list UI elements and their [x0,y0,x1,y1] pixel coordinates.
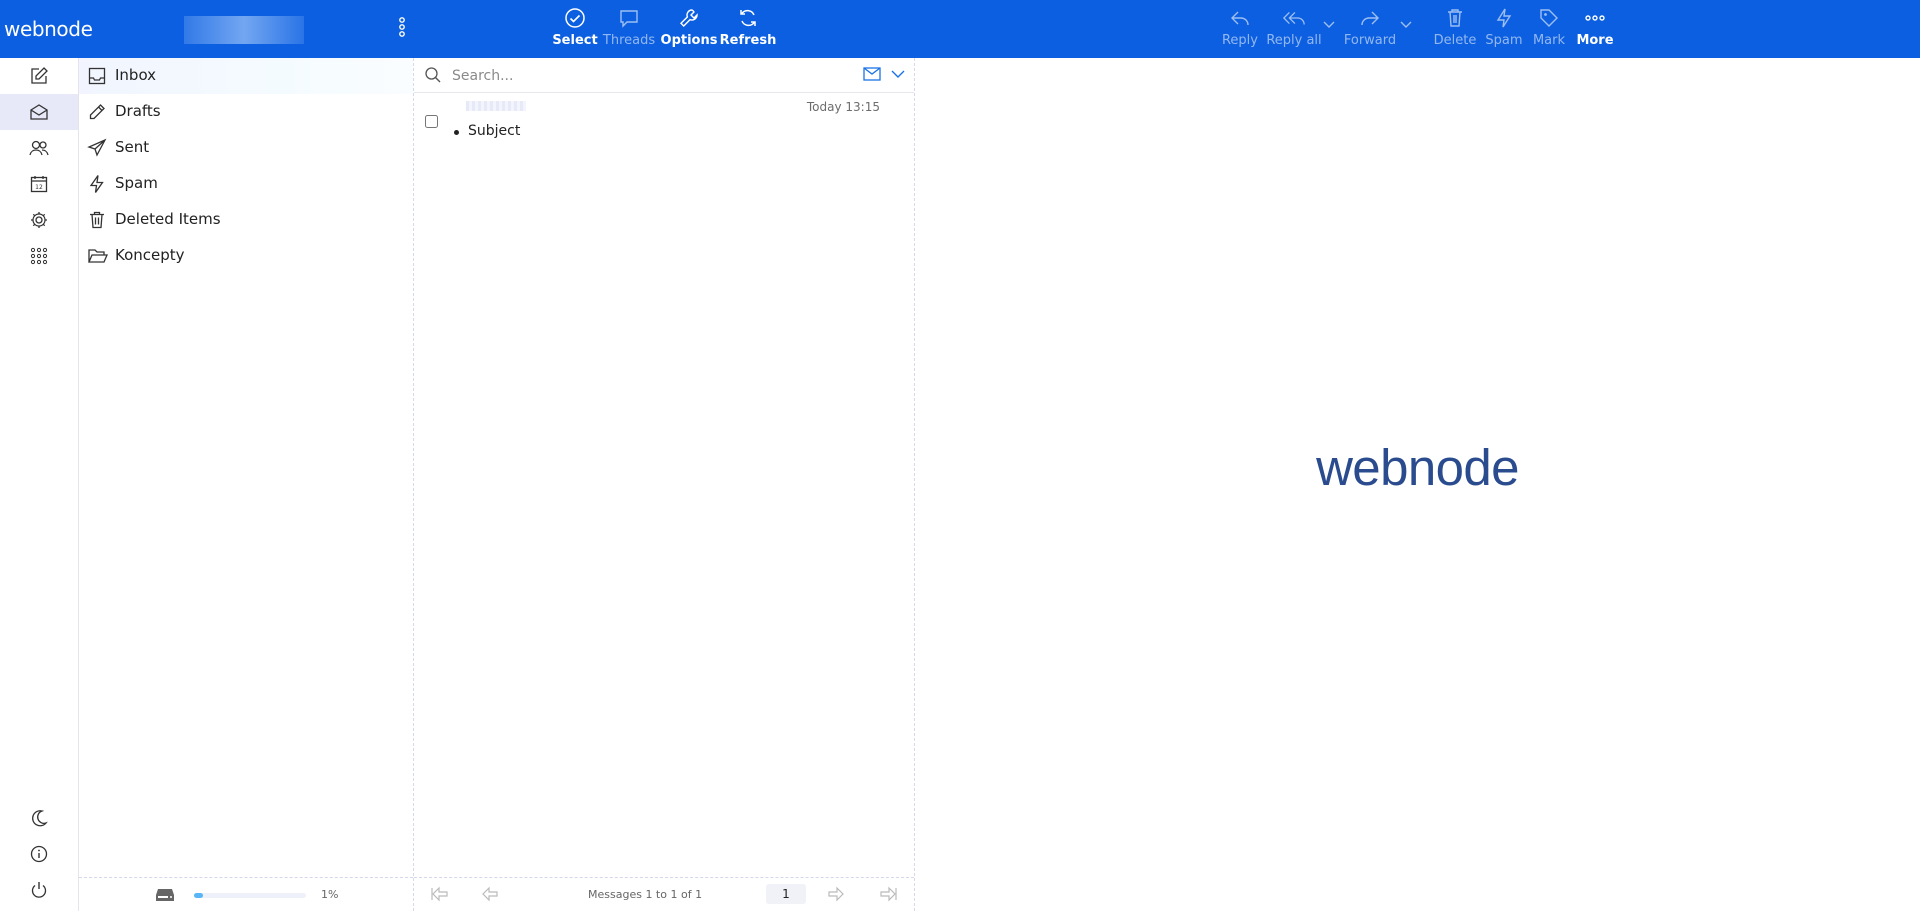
chevron-down-icon [891,70,905,78]
message-select-checkbox[interactable] [425,115,438,128]
calendar-icon: 12 [30,176,48,193]
compose-button[interactable] [0,58,78,94]
paper-plane-icon [87,138,107,157]
refresh-button[interactable]: Refresh [720,0,776,58]
tag-icon [1540,9,1558,27]
message-date: Today 13:15 [806,100,880,114]
mail-nav-button[interactable] [0,94,78,130]
apps-grid-icon [30,247,48,265]
contacts-nav-button[interactable] [0,130,78,166]
storage-quota: 1% [79,877,413,911]
inbox-icon [88,67,106,85]
power-icon [31,882,47,898]
envelope-open-icon [30,104,48,120]
quota-progress-fill [194,893,203,898]
info-icon [30,845,48,863]
search-options-caret[interactable] [891,69,905,79]
message-preview-pane: webnode [915,58,1920,911]
forward-button[interactable]: Forward [1342,0,1398,58]
refresh-icon [740,9,756,27]
apps-nav-button[interactable] [0,238,78,274]
vertical-dots-icon [399,17,405,37]
spam-button[interactable]: Spam [1484,0,1524,58]
account-menu-button[interactable] [392,14,412,42]
compose-icon [31,67,48,84]
delete-button[interactable]: Delete [1434,0,1476,58]
unread-dot [454,130,459,135]
more-button[interactable]: More [1576,0,1614,58]
folder-deleted-items[interactable]: Deleted Items [79,202,413,238]
search-bar [414,58,914,93]
page-number[interactable]: 1 [766,884,806,904]
folder-inbox[interactable]: Inbox [79,58,413,94]
reply-all-button[interactable]: Reply all [1266,0,1322,58]
more-horizontal-icon [1585,15,1605,21]
chevron-down-icon [1323,21,1335,28]
search-input[interactable] [450,65,734,87]
gear-icon [31,212,47,228]
last-page-button[interactable] [878,886,898,902]
options-button[interactable]: Options [661,0,717,58]
svg-text:12: 12 [35,184,43,191]
forward-dropdown-caret[interactable] [1399,19,1413,29]
trash-icon [1448,9,1462,27]
folder-open-icon [88,249,108,263]
forward-icon [1361,11,1379,26]
navigation-rail: 12 [0,58,79,911]
last-page-arrow-icon [880,886,897,902]
chevron-down-icon [1400,21,1412,28]
sender-redacted [466,101,526,111]
folder-koncepty[interactable]: Koncepty [79,238,413,274]
message-count-label: Messages 1 to 1 of 1 [588,888,703,901]
about-button[interactable] [0,836,78,872]
select-button[interactable]: Select [552,0,598,58]
moon-icon [32,810,48,827]
logout-button[interactable] [0,872,78,908]
wrench-icon [680,9,698,27]
brand-logo: webnode [4,17,93,41]
quota-percent: 1% [321,888,339,901]
message-subject: Subject [468,123,521,139]
folder-spam[interactable]: Spam [79,166,413,202]
lightning-icon [1496,8,1512,28]
preview-watermark-logo: webnode [1316,439,1519,496]
contacts-icon [29,140,49,156]
dark-mode-toggle[interactable] [0,800,78,836]
folder-sent[interactable]: Sent [79,130,413,166]
search-icon [424,66,442,84]
lightning-icon [89,175,104,193]
pagination-bar: Messages 1 to 1 of 1 1 [414,877,914,911]
message-list-panel: Today 13:15 Subject Messages 1 to 1 of 1… [414,58,915,911]
reply-all-dropdown-caret[interactable] [1322,19,1336,29]
next-page-arrow-icon [828,886,844,902]
calendar-nav-button[interactable]: 12 [0,166,78,202]
threads-button[interactable]: Threads [603,0,655,58]
folder-drafts[interactable]: Drafts [79,94,413,130]
pencil-icon [89,104,105,120]
hard-drive-icon [155,888,175,902]
previous-page-button[interactable] [480,886,500,902]
mark-button[interactable]: Mark [1530,0,1568,58]
search-scope-mail-button[interactable] [863,67,881,81]
account-name-redacted [184,16,304,44]
check-circle-icon [565,8,585,28]
envelope-icon [863,67,881,81]
reply-all-icon [1282,12,1305,25]
previous-page-arrow-icon [482,886,498,902]
trash-icon [90,211,104,229]
folder-list-panel: Inbox Drafts Sent Spam Deleted Items Kon… [79,58,414,911]
top-toolbar: webnode Select Threads Options Refresh R… [0,0,1920,58]
chat-bubble-icon [620,10,638,28]
first-page-button[interactable] [430,886,450,902]
reply-icon [1231,11,1249,26]
reply-button[interactable]: Reply [1220,0,1260,58]
settings-nav-button[interactable] [0,202,78,238]
next-page-button[interactable] [826,886,846,902]
quota-progress-bar [194,893,306,898]
message-row[interactable]: Today 13:15 Subject [414,93,914,149]
first-page-arrow-icon [431,886,448,902]
